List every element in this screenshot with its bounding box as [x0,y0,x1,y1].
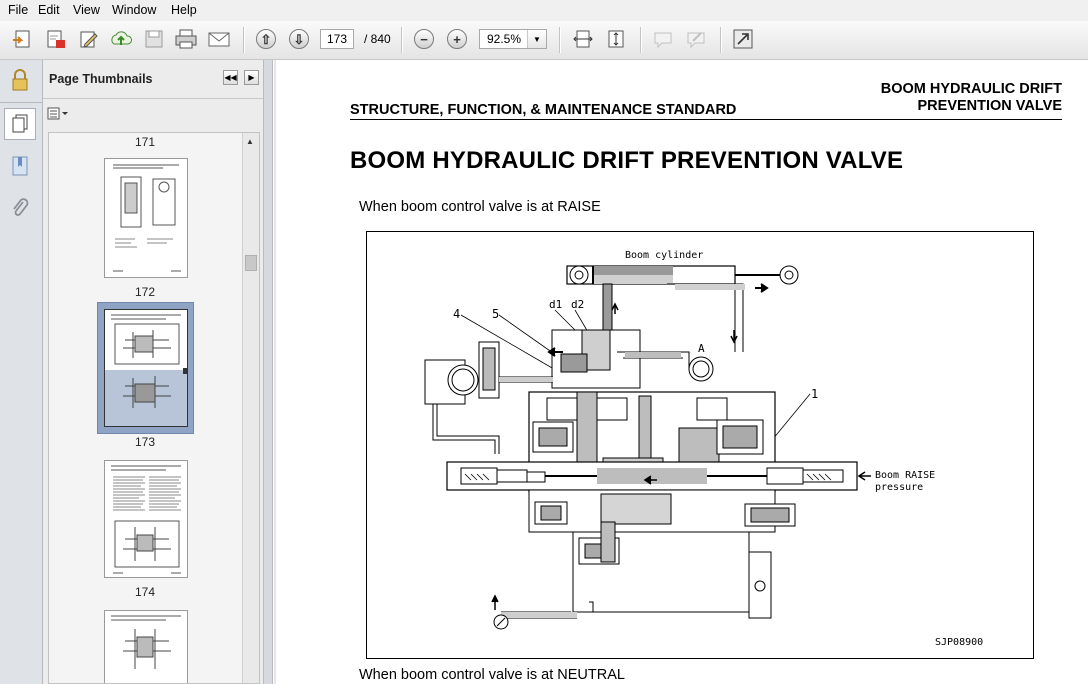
page-number-input[interactable]: 173 [320,29,354,49]
create-icon[interactable] [8,25,36,53]
menu-file[interactable]: File [8,3,28,17]
collapse-panel-icon[interactable]: ◀◀ [223,70,238,85]
label-boom-raise: Boom RAISE [875,470,935,481]
expand-panel-icon[interactable]: ▶ [244,70,259,85]
toolbar: ⇧ ⇩ 173 / 840 − + 92.5% ▼ [0,21,1088,60]
caption-neutral: When boom control valve is at NEUTRAL [359,667,625,683]
page-total: / 840 [364,32,391,46]
fit-width-icon[interactable] [569,25,597,53]
thumbnail-page-173[interactable] [104,309,188,427]
comment-icon[interactable] [649,25,677,53]
thumbnail-page-174[interactable] [104,460,188,578]
thumbnail-label: 174 [134,585,156,599]
running-header-right: BOOM HYDRAULIC DRIFT [880,81,1062,97]
email-icon[interactable] [205,25,233,53]
caption-raise: When boom control valve is at RAISE [359,199,601,215]
bookmark-icon[interactable] [6,152,34,180]
next-page-icon[interactable]: ⇩ [285,25,313,53]
panel-splitter[interactable] [263,60,273,684]
scrollbar-thumb[interactable] [245,255,257,271]
export-icon[interactable] [42,25,70,53]
menu-edit[interactable]: Edit [38,3,60,17]
navigation-pane-strip [0,60,43,684]
running-header-right-2: PREVENTION VALVE [917,98,1062,114]
lock-icon[interactable] [6,66,34,94]
chevron-down-icon[interactable]: ▼ [527,30,546,48]
upload-icon[interactable] [107,25,135,53]
menu-view[interactable]: View [73,3,100,17]
previous-page-icon[interactable]: ⇧ [252,25,280,53]
menu-window[interactable]: Window [112,3,156,17]
label-4: 4 [453,307,460,321]
print-icon[interactable] [172,25,200,53]
thumbnail-label: 173 [134,435,156,449]
save-icon[interactable] [140,25,168,53]
zoom-in-icon[interactable]: + [443,25,471,53]
thumbnail-page-172[interactable] [104,158,188,278]
label-d1: d1 [549,298,562,311]
page-thumbnails-icon[interactable] [4,108,36,140]
header-rule [350,119,1062,120]
attachment-icon[interactable] [6,194,34,222]
thumbnail-list[interactable]: 171 172 173 174 ▲ [48,132,260,684]
zoom-select[interactable]: 92.5% ▼ [479,29,547,49]
menu-help[interactable]: Help [171,3,197,17]
document-page: BOOM HYDRAULIC DRIFT PREVENTION VALVE ST… [276,60,1088,684]
running-header-left: STRUCTURE, FUNCTION, & MAINTENANCE STAND… [350,102,737,118]
thumbnail-scrollbar[interactable]: ▲ [242,133,259,683]
label-a: A [698,342,705,355]
zoom-out-icon[interactable]: − [410,25,438,53]
thumbnail-label: 171 [134,135,156,149]
page-title: BOOM HYDRAULIC DRIFT PREVENTION VALVE [350,147,904,174]
thumbnail-label: 172 [134,285,156,299]
fullscreen-icon[interactable] [729,25,757,53]
label-1: 1 [811,387,818,401]
fit-page-icon[interactable] [602,25,630,53]
zoom-value: 92.5% [487,32,522,46]
label-5: 5 [492,307,499,321]
label-pressure: pressure [875,482,923,493]
hydraulic-diagram: Boom cylinder d1 d2 4 5 A 1 Boom RAISE p… [366,231,1034,659]
edit-icon[interactable] [75,25,103,53]
scroll-up-icon[interactable]: ▲ [246,137,254,146]
label-boom-cylinder: Boom cylinder [625,250,703,261]
thumbnails-panel: Page Thumbnails ◀◀ ▶ 171 172 173 174 ▲ [43,60,263,684]
figure-id: SJP08900 [935,637,983,648]
markup-icon[interactable] [682,25,710,53]
panel-title: Page Thumbnails [49,72,153,86]
thumbnail-page-175[interactable] [104,610,188,683]
options-menu-button[interactable] [47,106,73,122]
menu-bar: File Edit View Window Help [0,0,1088,21]
label-d2: d2 [571,298,584,311]
